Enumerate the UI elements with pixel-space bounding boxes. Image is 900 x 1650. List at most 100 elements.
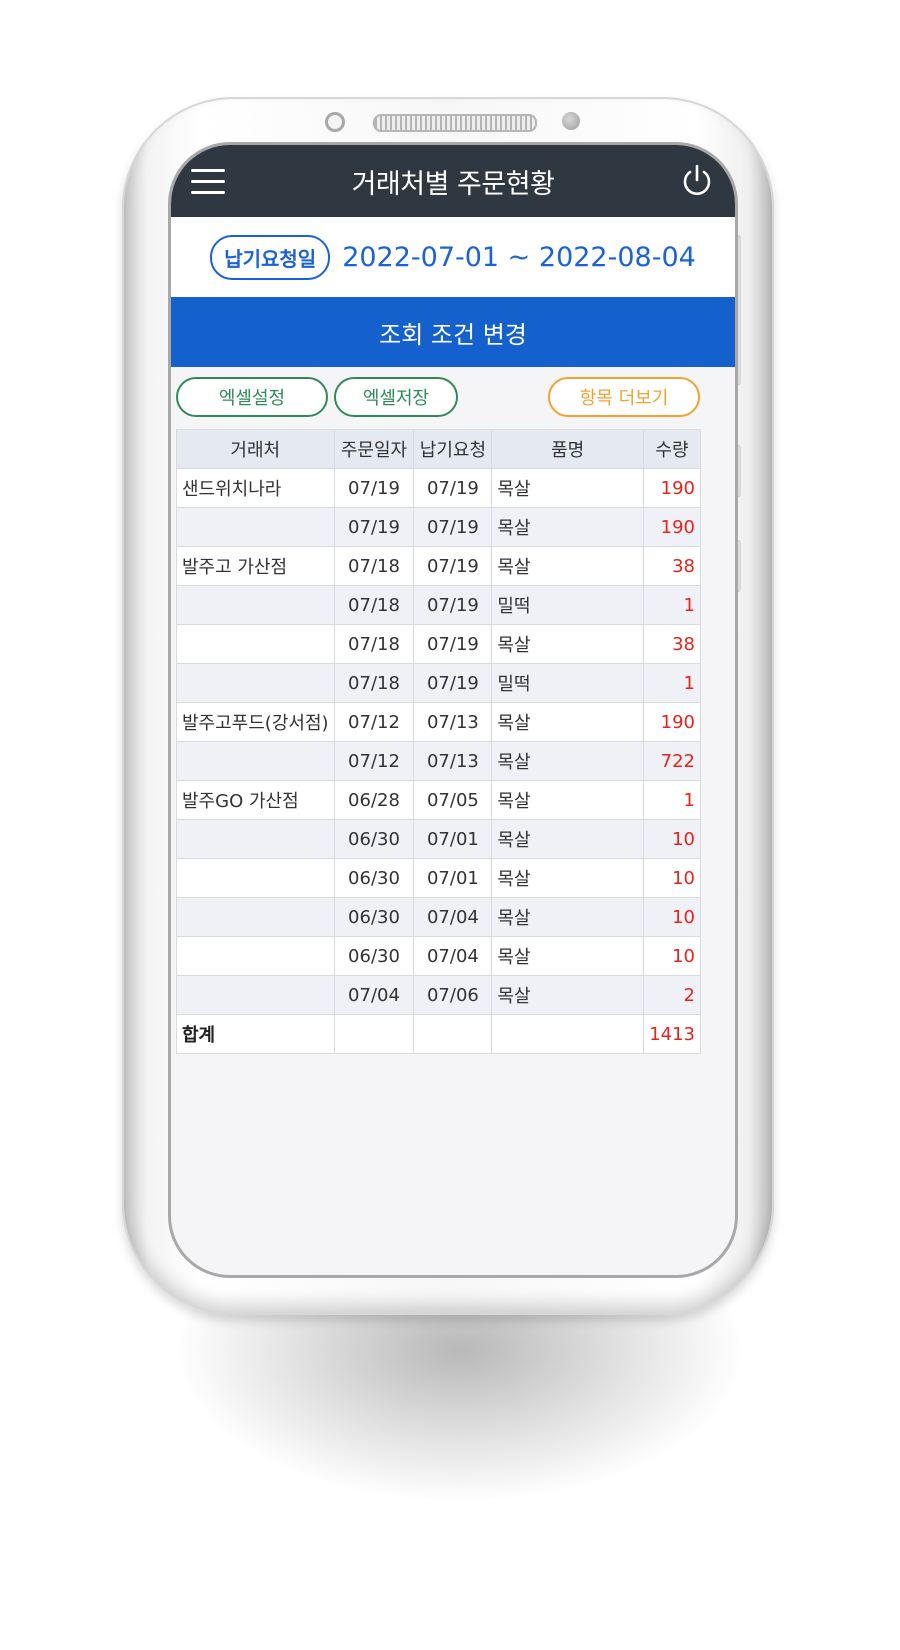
table-row[interactable]: 07/04 07/06 목살 2 xyxy=(176,975,702,1015)
client-cell xyxy=(176,624,335,664)
quantity-cell: 10 xyxy=(642,897,702,937)
table-row[interactable]: 07/18 07/19 밀떡 1 xyxy=(176,585,702,625)
order-date-cell: 06/30 xyxy=(333,897,415,937)
change-search-conditions-button[interactable]: 조회 조건 변경 xyxy=(171,297,735,367)
column-header-order-date[interactable]: 주문일자 xyxy=(333,429,415,469)
order-date-cell: 07/19 xyxy=(333,507,415,547)
table-row[interactable]: 샌드위치나라 07/19 07/19 목살 190 xyxy=(176,468,702,508)
phone-screen: 거래처별 주문현황 납기요청일 2022-07-01 ~ 2022-08-04 … xyxy=(168,142,738,1278)
quantity-cell: 190 xyxy=(642,702,702,742)
delivery-date-cell: 07/19 xyxy=(413,624,493,664)
table-row[interactable]: 06/30 07/04 목살 10 xyxy=(176,897,702,937)
table-row[interactable]: 07/18 07/19 목살 38 xyxy=(176,624,702,664)
order-date-cell: 06/28 xyxy=(333,780,415,820)
delivery-date-cell: 07/19 xyxy=(413,507,493,547)
date-type-badge[interactable]: 납기요청일 xyxy=(210,234,331,280)
item-name-cell: 밀떡 xyxy=(491,585,644,625)
table-row[interactable]: 07/18 07/19 밀떡 1 xyxy=(176,663,702,703)
item-name-cell: 목살 xyxy=(491,507,644,547)
table-header-row: 거래처 주문일자 납기요청 품명 수량 xyxy=(176,429,702,469)
quantity-cell: 1 xyxy=(642,663,702,703)
total-label: 합계 xyxy=(176,1014,335,1054)
quantity-cell: 38 xyxy=(642,624,702,664)
quantity-cell: 38 xyxy=(642,546,702,586)
order-date-cell: 07/04 xyxy=(333,975,415,1015)
delivery-date-cell: 07/01 xyxy=(413,858,493,898)
item-name-cell: 목살 xyxy=(491,858,644,898)
order-date-cell: 07/18 xyxy=(333,663,415,703)
item-name-cell: 목살 xyxy=(491,702,644,742)
item-name-cell: 목살 xyxy=(491,897,644,937)
earpiece-speaker xyxy=(373,114,537,132)
table-row[interactable]: 발주고 가산점 07/18 07/19 목살 38 xyxy=(176,546,702,586)
delivery-date-cell: 07/05 xyxy=(413,780,493,820)
client-cell xyxy=(176,858,335,898)
table-row[interactable]: 발주GO 가산점 06/28 07/05 목살 1 xyxy=(176,780,702,820)
column-header-client[interactable]: 거래처 xyxy=(176,429,335,469)
table-row[interactable]: 07/12 07/13 목살 722 xyxy=(176,741,702,781)
quantity-cell: 10 xyxy=(642,819,702,859)
quantity-cell: 1 xyxy=(642,585,702,625)
table-row[interactable]: 06/30 07/04 목살 10 xyxy=(176,936,702,976)
item-name-cell: 목살 xyxy=(491,468,644,508)
client-cell xyxy=(176,975,335,1015)
quantity-cell: 190 xyxy=(642,507,702,547)
delivery-date-cell: 07/19 xyxy=(413,546,493,586)
orders-table: 거래처 주문일자 납기요청 품명 수량 샌드위치나라 07/19 07/19 목살 19… xyxy=(176,429,702,1054)
delivery-date-cell: 07/13 xyxy=(413,702,493,742)
delivery-date-cell: 07/13 xyxy=(413,741,493,781)
column-header-item-name[interactable]: 품명 xyxy=(491,429,644,469)
excel-settings-button[interactable]: 엑셀설정 xyxy=(176,377,328,417)
order-date-cell: 07/18 xyxy=(333,546,415,586)
power-icon[interactable] xyxy=(679,163,715,199)
order-date-cell: 07/18 xyxy=(333,585,415,625)
delivery-date-cell: 07/19 xyxy=(413,585,493,625)
order-date-cell: 06/30 xyxy=(333,936,415,976)
delivery-date-cell: 07/04 xyxy=(413,936,493,976)
order-date-cell: 07/12 xyxy=(333,741,415,781)
delivery-date-cell: 07/19 xyxy=(413,468,493,508)
client-cell: 발주고푸드(강서점) xyxy=(176,702,335,742)
table-body: 샌드위치나라 07/19 07/19 목살 190 07/19 07/19 목살 190 발주고 … xyxy=(176,468,702,1015)
excel-save-button[interactable]: 엑셀저장 xyxy=(334,377,458,417)
hamburger-menu-icon[interactable] xyxy=(191,169,225,195)
total-empty-cell xyxy=(413,1014,493,1054)
item-name-cell: 목살 xyxy=(491,975,644,1015)
order-date-cell: 07/19 xyxy=(333,468,415,508)
front-camera xyxy=(325,112,345,132)
delivery-date-cell: 07/01 xyxy=(413,819,493,859)
column-header-quantity[interactable]: 수량 xyxy=(642,429,702,469)
item-name-cell: 밀떡 xyxy=(491,663,644,703)
table-row[interactable]: 07/19 07/19 목살 190 xyxy=(176,507,702,547)
client-cell: 발주고 가산점 xyxy=(176,546,335,586)
client-cell xyxy=(176,585,335,625)
item-name-cell: 목살 xyxy=(491,741,644,781)
delivery-date-cell: 07/04 xyxy=(413,897,493,937)
delivery-date-cell: 07/06 xyxy=(413,975,493,1015)
item-name-cell: 목살 xyxy=(491,780,644,820)
client-cell xyxy=(176,741,335,781)
period-row: 납기요청일 2022-07-01 ~ 2022-08-04 xyxy=(171,217,735,297)
table-row[interactable]: 발주고푸드(강서점) 07/12 07/13 목살 190 xyxy=(176,702,702,742)
top-app-bar: 거래처별 주문현황 xyxy=(171,145,735,217)
item-name-cell: 목살 xyxy=(491,936,644,976)
order-date-cell: 06/30 xyxy=(333,819,415,859)
quantity-cell: 2 xyxy=(642,975,702,1015)
table-row[interactable]: 06/30 07/01 목살 10 xyxy=(176,819,702,859)
more-columns-button[interactable]: 항목 더보기 xyxy=(548,377,700,417)
page-title: 거래처별 주문현황 xyxy=(351,168,555,200)
quantity-cell: 10 xyxy=(642,936,702,976)
item-name-cell: 목살 xyxy=(491,546,644,586)
client-cell xyxy=(176,819,335,859)
client-cell xyxy=(176,507,335,547)
table-row[interactable]: 06/30 07/01 목살 10 xyxy=(176,858,702,898)
quantity-cell: 10 xyxy=(642,858,702,898)
proximity-sensor xyxy=(562,112,580,130)
client-cell: 샌드위치나라 xyxy=(176,468,335,508)
total-row: 합계 1413 xyxy=(176,1014,702,1054)
total-empty-cell xyxy=(491,1014,644,1054)
client-cell xyxy=(176,936,335,976)
column-header-delivery-request[interactable]: 납기요청 xyxy=(413,429,493,469)
quantity-cell: 722 xyxy=(642,741,702,781)
delivery-date-cell: 07/19 xyxy=(413,663,493,703)
